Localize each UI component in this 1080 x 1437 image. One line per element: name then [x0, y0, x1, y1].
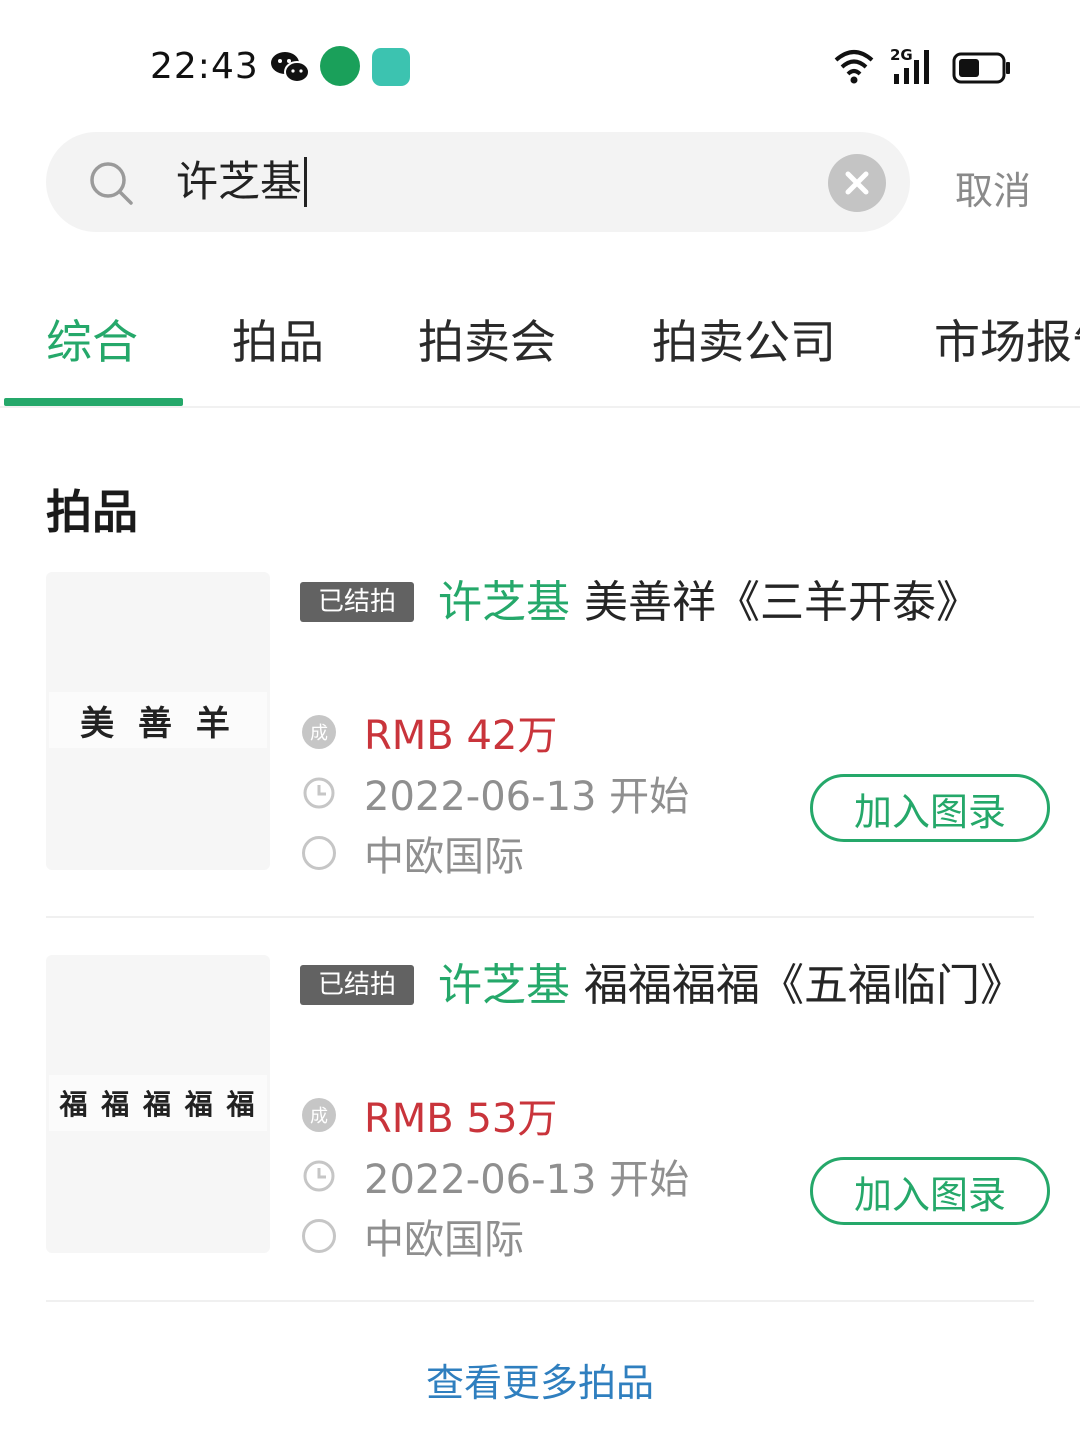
wifi-icon — [834, 50, 874, 84]
lot-card[interactable]: 福 福 福 福 福 许芝基 福福福福《五福临门》 已结拍 成 RMB 53万 2… — [46, 955, 1050, 1263]
view-more-lots-link[interactable]: 查看更多拍品 — [0, 1352, 1080, 1407]
lot-card[interactable]: 美 善 羊 许芝基 美善祥《三羊开泰》 已结拍 成 RMB 42万 2022-0… — [46, 572, 1050, 880]
lot-date-row: 2022-06-13 开始 — [302, 1152, 689, 1203]
lot-thumbnail[interactable]: 美 善 羊 — [46, 572, 270, 870]
auction-house-icon — [302, 1219, 336, 1253]
lot-artist: 许芝基 — [438, 960, 570, 1011]
lot-price: RMB 53万 — [364, 1096, 558, 1142]
tab-overview[interactable]: 综合 — [46, 306, 138, 372]
clear-search-button[interactable] — [828, 154, 886, 212]
divider — [46, 916, 1034, 918]
close-icon — [845, 171, 869, 195]
lot-auction-house: 中欧国际 — [364, 1217, 524, 1263]
status-badge: 已结拍 — [300, 965, 414, 1005]
cellular-signal: 2G — [890, 46, 940, 86]
search-bar[interactable]: 许芝基 — [46, 132, 910, 232]
status-badge: 已结拍 — [300, 582, 414, 622]
sold-icon: 成 — [302, 715, 336, 749]
lot-thumbnail[interactable]: 福 福 福 福 福 — [46, 955, 270, 1253]
tab-lots[interactable]: 拍品 — [232, 306, 324, 372]
battery-icon — [952, 52, 1010, 84]
tab-auctions[interactable]: 拍卖会 — [418, 306, 556, 372]
tab-auction-houses[interactable]: 拍卖公司 — [652, 306, 836, 372]
lot-price-row: 成 RMB 42万 — [302, 708, 557, 759]
lot-name: 美善祥《三羊开泰》 — [570, 577, 980, 628]
lot-auction-house: 中欧国际 — [364, 834, 524, 880]
wechat-icon — [271, 52, 310, 83]
sold-icon: 成 — [302, 1098, 336, 1132]
artwork-image: 美 善 羊 — [49, 692, 267, 748]
lot-name: 福福福福《五福临门》 — [570, 960, 1024, 1011]
artwork-glyphs: 美 善 羊 — [80, 703, 236, 744]
add-to-catalog-button[interactable]: 加入图录 — [810, 1157, 1050, 1225]
lot-date-row: 2022-06-13 开始 — [302, 769, 689, 820]
search-input[interactable]: 许芝基 — [176, 156, 308, 208]
lot-price: RMB 42万 — [364, 713, 558, 759]
divider — [46, 1300, 1034, 1302]
active-tab-indicator — [4, 398, 183, 406]
clock-icon — [303, 777, 335, 809]
tab-market-reports[interactable]: 市场报告 — [934, 306, 1080, 372]
lot-date: 2022-06-13 开始 — [364, 1157, 690, 1203]
lot-date: 2022-06-13 开始 — [364, 774, 690, 820]
section-title: 拍品 — [46, 485, 138, 539]
clock-icon — [303, 1160, 335, 1192]
text-caret — [304, 157, 308, 207]
auction-house-icon — [302, 836, 336, 870]
cancel-button[interactable]: 取消 — [955, 160, 1031, 215]
category-tabs: 综合 拍品 拍卖会 拍卖公司 市场报告 — [0, 270, 1080, 408]
status-bar: 22:43 2G — [0, 0, 1080, 130]
music-app-icon — [372, 48, 410, 86]
add-to-catalog-button[interactable]: 加入图录 — [810, 774, 1050, 842]
lot-artist: 许芝基 — [438, 577, 570, 628]
bank-app-icon — [320, 46, 360, 86]
lot-house-row: 中欧国际 — [302, 1212, 524, 1263]
artwork-image: 福 福 福 福 福 — [49, 1075, 267, 1131]
artwork-glyphs: 福 福 福 福 福 — [59, 1088, 257, 1121]
lot-price-row: 成 RMB 53万 — [302, 1091, 557, 1142]
search-icon — [90, 162, 133, 205]
search-query: 许芝基 — [176, 157, 303, 206]
status-time: 22:43 — [150, 46, 259, 87]
lot-house-row: 中欧国际 — [302, 829, 524, 880]
signal-bars-icon — [894, 50, 929, 84]
